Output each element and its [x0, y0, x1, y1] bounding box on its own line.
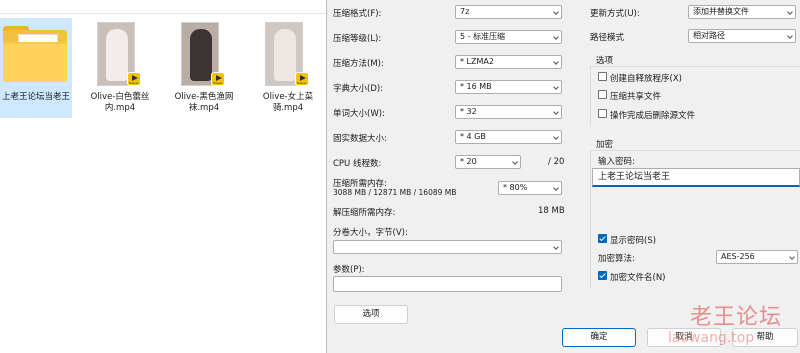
- params-input[interactable]: [333, 276, 562, 292]
- enc-method-label: 加密算法:: [598, 254, 635, 264]
- delete-source-checkbox[interactable]: [598, 109, 607, 118]
- player-badge-icon: Player: [211, 72, 225, 86]
- params-label: 参数(P):: [333, 265, 365, 275]
- options-button[interactable]: 选项: [334, 305, 408, 324]
- options-group-border: [590, 66, 800, 67]
- chevron-down-icon: [553, 59, 559, 65]
- sfx-checkbox[interactable]: [598, 72, 607, 81]
- file-name: Olive-白色蕾丝内.mp4: [90, 92, 150, 113]
- show-password-checkbox[interactable]: [598, 234, 607, 243]
- chevron-down-icon: [553, 84, 559, 90]
- solid-select[interactable]: * 4 GB: [455, 130, 562, 144]
- video-file-item[interactable]: Player Olive-黑色渔网袜.mp4: [168, 18, 240, 118]
- password-input[interactable]: 上老王论坛当老王: [592, 168, 800, 187]
- word-label: 单词大小(W):: [333, 109, 385, 119]
- word-select[interactable]: * 32: [455, 105, 562, 119]
- show-password-label: 显示密码(S): [610, 236, 657, 246]
- format-select[interactable]: 7z: [455, 5, 562, 19]
- video-file-item[interactable]: Player Olive-白色蕾丝内.mp4: [84, 18, 156, 118]
- split-select[interactable]: [333, 240, 562, 254]
- player-badge-icon: Player: [127, 72, 141, 86]
- encrypt-group-border: [590, 150, 800, 151]
- chevron-down-icon: [553, 109, 559, 115]
- file-name: Olive-黑色渔网袜.mp4: [174, 92, 234, 113]
- format-label: 压缩格式(F):: [333, 9, 382, 19]
- encrypt-names-label: 加密文件名(N): [610, 273, 666, 283]
- threads-label: CPU 线程数:: [333, 159, 382, 169]
- folder-front: [3, 42, 67, 82]
- chevron-down-icon: [512, 159, 518, 165]
- solid-label: 固实数据大小:: [333, 134, 387, 144]
- threads-max: / 20: [548, 157, 565, 167]
- shared-files-checkbox[interactable]: [598, 90, 607, 99]
- dict-select[interactable]: * 16 MB: [455, 80, 562, 94]
- level-select[interactable]: 5 - 标准压缩: [455, 30, 562, 44]
- chevron-down-icon: [787, 9, 793, 15]
- enc-method-select[interactable]: AES-256: [716, 250, 798, 264]
- split-label: 分卷大小，字节(V):: [333, 228, 408, 238]
- options-group-label: 选项: [596, 56, 614, 66]
- chevron-down-icon: [553, 9, 559, 15]
- dict-label: 字典大小(D):: [333, 84, 384, 94]
- ok-button[interactable]: 确定: [562, 328, 636, 347]
- watermark-url: laowang.top: [668, 330, 755, 346]
- folder-item[interactable]: 上老王论坛当老王: [0, 18, 72, 118]
- options-group-border-left: [590, 66, 591, 126]
- sfx-label: 创建自释放程序(X): [610, 74, 682, 84]
- update-select[interactable]: 添加并替换文件: [688, 5, 796, 19]
- chevron-down-icon: [789, 254, 795, 260]
- level-label: 压缩等级(L):: [333, 34, 382, 44]
- delete-source-label: 操作完成后删除源文件: [610, 111, 696, 121]
- update-label: 更新方式(U):: [590, 9, 640, 19]
- encrypt-group-border-left: [590, 150, 591, 288]
- chevron-down-icon: [553, 134, 559, 140]
- encrypt-names-checkbox[interactable]: [598, 271, 607, 280]
- watermark-logo: 老王论坛: [690, 305, 783, 330]
- path-label: 路径模式: [590, 33, 625, 43]
- path-select[interactable]: 相对路径: [688, 29, 796, 43]
- mem-decomp-value: 18 MB: [538, 206, 565, 216]
- method-label: 压缩方法(M):: [333, 59, 384, 69]
- encrypt-group-label: 加密: [596, 140, 614, 150]
- video-file-item[interactable]: Player Olive-女上菜骑.mp4: [252, 18, 324, 118]
- chevron-down-icon: [553, 244, 559, 250]
- player-badge-icon: Player: [295, 72, 309, 86]
- explorer-top-edge: [0, 0, 326, 14]
- chevron-down-icon: [787, 33, 793, 39]
- file-explorer-pane: 上老王论坛当老王 Player Olive-白色蕾丝内.mp4 Player O…: [0, 0, 326, 353]
- mem-decomp-label: 解压缩所需内存:: [333, 208, 396, 218]
- file-name: Olive-女上菜骑.mp4: [262, 92, 314, 113]
- method-select[interactable]: * LZMA2: [455, 55, 562, 69]
- threads-select[interactable]: * 20: [455, 155, 521, 169]
- mem-percent-select[interactable]: * 80%: [498, 181, 562, 195]
- shared-files-label: 压缩共享文件: [610, 92, 662, 102]
- chevron-down-icon: [553, 34, 559, 40]
- mem-comp-detail: 3088 MB / 12871 MB / 16089 MB: [333, 188, 457, 197]
- chevron-down-icon: [553, 185, 559, 191]
- file-name: 上老王论坛当老王: [2, 92, 71, 102]
- password-label: 输入密码:: [598, 157, 635, 167]
